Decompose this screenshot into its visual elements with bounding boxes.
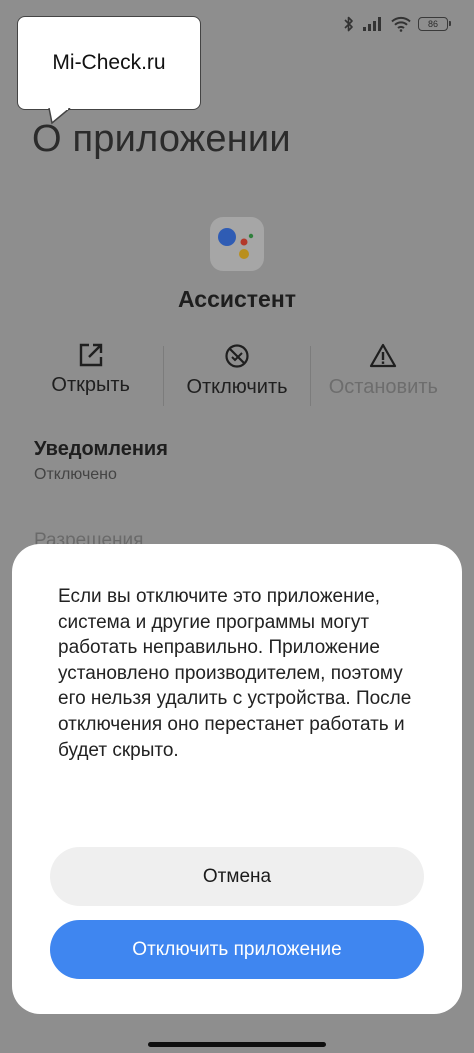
notifications-title[interactable]: Уведомления: [34, 438, 168, 461]
watermark-callout: Mi-Check.ru: [17, 16, 201, 110]
open-button[interactable]: Открыть: [18, 342, 163, 408]
signal-icon: [363, 17, 381, 31]
wifi-icon: [391, 16, 411, 32]
google-assistant-icon: [218, 228, 254, 259]
home-indicator[interactable]: [148, 1042, 326, 1047]
open-external-icon: [79, 343, 102, 367]
disable-label: Отключить: [186, 376, 288, 398]
open-label: Открыть: [51, 374, 130, 396]
battery-level: 86: [427, 19, 438, 29]
status-bar: 86: [343, 12, 451, 36]
app-icon: [210, 217, 264, 271]
warning-icon: [370, 343, 397, 368]
app-name: Ассистент: [177, 286, 297, 312]
stop-label: Остановить: [328, 376, 438, 398]
action-bar: Открыть Отключить Остановить: [18, 342, 456, 408]
bluetooth-icon: [344, 16, 353, 32]
battery-icon: 86: [418, 17, 451, 31]
disable-icon: [225, 344, 249, 368]
disable-app-dialog: Если вы отключите это приложение, систем…: [12, 544, 462, 1014]
watermark-text: Mi-Check.ru: [52, 51, 166, 74]
callout-tail: [48, 108, 71, 125]
disable-app-button[interactable]: Отключить приложение: [50, 920, 424, 979]
dialog-message: Если вы отключите это приложение, систем…: [58, 586, 412, 761]
disable-button[interactable]: Отключить: [164, 342, 309, 408]
cancel-button[interactable]: Отмена: [50, 847, 424, 906]
stop-button[interactable]: Остановить: [311, 342, 456, 408]
notifications-value: Отключено: [34, 466, 117, 483]
